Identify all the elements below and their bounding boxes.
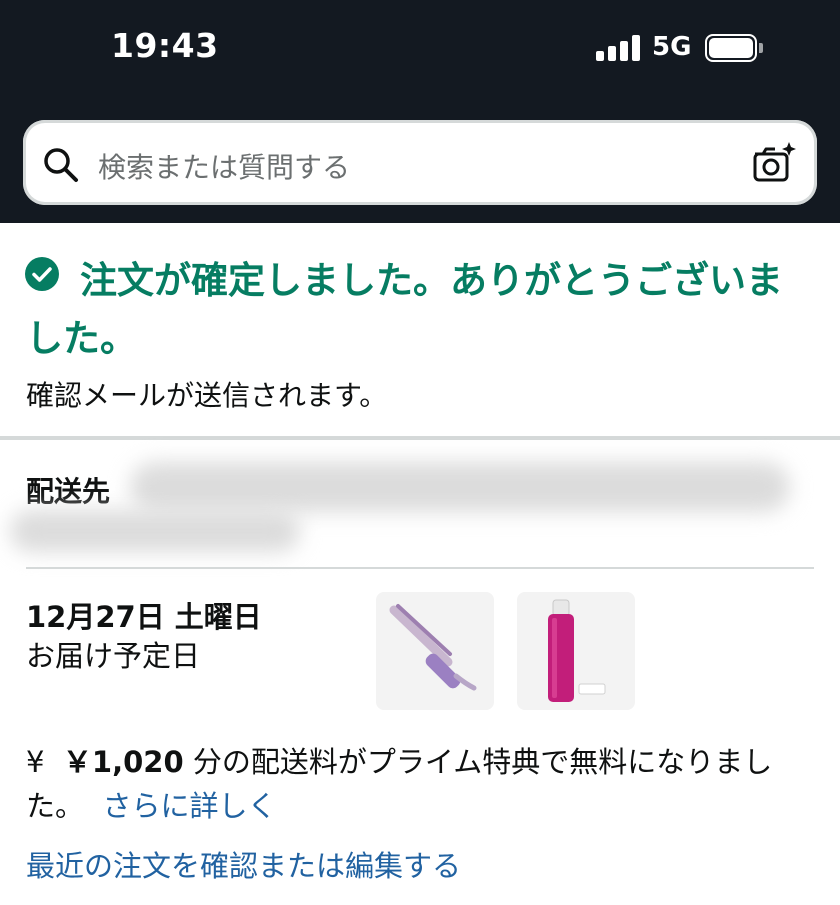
shipping-address-label: 配送先 [26,475,111,508]
confirmation-title: 注文が確定しました。ありがとうございました。 [26,259,783,360]
cellular-signal-icon [596,35,640,61]
camera-lens-icon[interactable] [751,140,797,186]
search-icon[interactable] [42,146,80,184]
curling-iron-icon [389,604,477,691]
product-thumbnail-hair-spray[interactable] [517,592,635,710]
currency-symbol: ¥ [26,745,45,779]
hair-spray-can-icon [548,599,606,702]
status-time: 19:43 [111,26,219,65]
network-type: 5G [652,32,692,62]
delivery-date: 12月27日 土曜日 [26,600,262,634]
delivery-note: お届け予定日 [26,639,201,673]
shipping-fee-amount: ￥1,020 [62,745,184,779]
search-input[interactable]: 検索または質問する [98,146,350,186]
confirmation-subtitle: 確認メールが送信されます。 [26,379,388,412]
product-thumbnail-curling-iron[interactable] [376,592,494,710]
shipping-fee-note: ¥ ￥1,020 分の配送料がプライム特典で無料になりました。 さらに詳しく [26,740,816,828]
battery-icon [705,34,763,62]
section-divider [0,436,840,440]
recent-orders-link[interactable]: 最近の注文を確認または編集する [26,843,461,885]
address-divider [26,567,814,569]
learn-more-link[interactable]: さらに詳しく [102,789,276,823]
